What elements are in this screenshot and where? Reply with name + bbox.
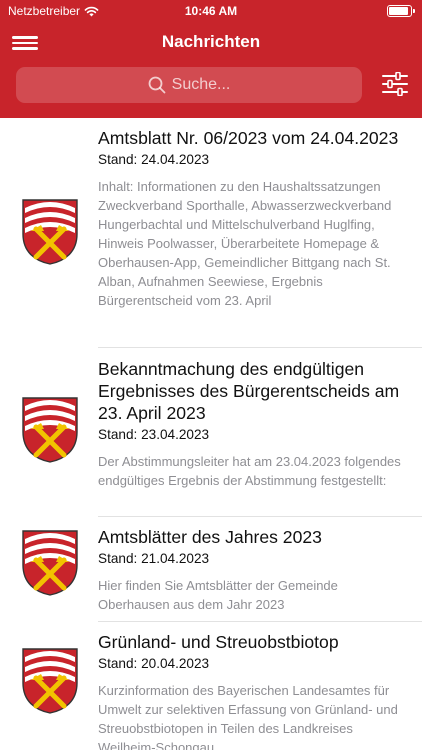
search-icon: [148, 76, 166, 94]
search-placeholder: Suche...: [171, 76, 231, 93]
news-date: Stand: 21.04.2023: [98, 551, 210, 566]
app-header: Netzbetreiber 10:46 AM Nachrichten Suche…: [0, 0, 422, 118]
coat-of-arms-icon: [22, 648, 78, 714]
news-description: Der Abstimmungsleiter hat am 23.04.2023 …: [98, 454, 401, 488]
news-list: Amtsblatt Nr. 06/2023 vom 24.04.2023 Sta…: [0, 118, 422, 750]
news-item[interactable]: Amtsblätter des Jahres 2023 Stand: 21.04…: [0, 517, 422, 622]
news-description: Inhalt: Informationen zu den Haushaltssa…: [98, 179, 392, 308]
news-title: Bekanntmachung des endgültigen Ergebniss…: [98, 359, 400, 423]
status-bar: Netzbetreiber 10:46 AM: [0, 0, 422, 22]
news-item[interactable]: Bekanntmachung des endgültigen Ergebniss…: [0, 348, 422, 517]
filter-sliders-icon[interactable]: [382, 72, 408, 96]
search-input[interactable]: Suche...: [16, 67, 362, 103]
news-description: Hier finden Sie Amtsblätter der Gemeinde…: [98, 578, 338, 612]
coat-of-arms-icon: [22, 199, 78, 265]
news-title: Grünland- und Streuobstbiotop: [98, 632, 339, 652]
news-date: Stand: 23.04.2023: [98, 427, 210, 442]
news-title: Amtsblätter des Jahres 2023: [98, 527, 322, 547]
news-date: Stand: 20.04.2023: [98, 656, 210, 671]
news-description: Kurzinformation des Bayerischen Landesam…: [98, 683, 398, 750]
battery-icon: [387, 5, 415, 17]
page-title: Nachrichten: [161, 32, 261, 51]
news-item[interactable]: Amtsblatt Nr. 06/2023 vom 24.04.2023 Sta…: [0, 118, 422, 348]
status-time: 10:46 AM: [184, 4, 238, 18]
news-date: Stand: 24.04.2023: [98, 152, 210, 167]
news-item[interactable]: Grünland- und Streuobstbiotop Stand: 20.…: [0, 622, 422, 750]
coat-of-arms-icon: [22, 397, 78, 463]
coat-of-arms-icon: [22, 530, 78, 596]
news-title: Amtsblatt Nr. 06/2023 vom 24.04.2023: [98, 128, 399, 148]
